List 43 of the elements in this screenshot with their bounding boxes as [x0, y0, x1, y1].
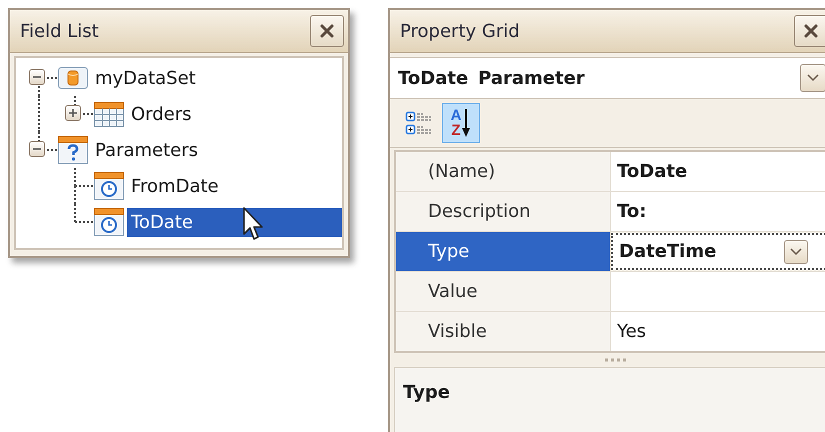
dropdown-button[interactable]: [784, 240, 808, 264]
tree-item[interactable]: Orders: [127, 100, 196, 128]
tree-item[interactable]: FromDate: [127, 172, 223, 200]
property-name[interactable]: Value: [396, 272, 611, 311]
categorized-list-icon: [405, 109, 433, 137]
arrow-down-icon: [461, 108, 472, 138]
close-icon: [804, 24, 818, 38]
object-name: ToDate: [398, 68, 468, 88]
object-type: Parameter: [478, 68, 585, 88]
close-button[interactable]: [310, 15, 344, 47]
property-value[interactable]: ToDate: [611, 152, 825, 191]
tree-item[interactable]: Parameters: [91, 136, 202, 164]
alphabetical-sort-button[interactable]: A Z: [442, 103, 480, 143]
collapse-toggle[interactable]: [29, 141, 45, 157]
property-name[interactable]: Type: [396, 232, 611, 271]
table-icon: [93, 99, 125, 129]
tree-item[interactable]: ToDate: [127, 208, 342, 236]
clock-icon: [93, 207, 125, 237]
mouse-pointer-icon: [242, 206, 266, 242]
question-mark-icon: [57, 135, 89, 165]
expand-toggle[interactable]: [65, 105, 81, 121]
property-name[interactable]: Visible: [396, 312, 611, 351]
chevron-down-icon: [807, 74, 819, 82]
close-button[interactable]: [794, 15, 825, 47]
sort-letter: A: [450, 108, 462, 123]
dropdown-button[interactable]: [800, 64, 825, 92]
sort-letter: Z: [450, 123, 462, 138]
object-selector[interactable]: ToDate Parameter: [390, 57, 825, 99]
property-value-field[interactable]: DateTime: [611, 233, 825, 270]
property-value[interactable]: Yes: [611, 312, 825, 351]
property-name[interactable]: Description: [396, 192, 611, 231]
clock-icon: [93, 171, 125, 201]
panel-title: Field List: [20, 20, 99, 42]
collapse-toggle[interactable]: [29, 69, 45, 85]
tree-item[interactable]: myDataSet: [91, 64, 200, 92]
close-icon: [320, 24, 334, 38]
property-name[interactable]: (Name): [396, 152, 611, 191]
plus-icon: [66, 106, 80, 120]
splitter-grip-icon[interactable]: [604, 358, 626, 362]
description-title: Type: [403, 382, 450, 403]
panel-title: Property Grid: [400, 20, 520, 42]
chevron-down-icon: [790, 248, 802, 256]
property-value[interactable]: To:: [611, 192, 825, 231]
